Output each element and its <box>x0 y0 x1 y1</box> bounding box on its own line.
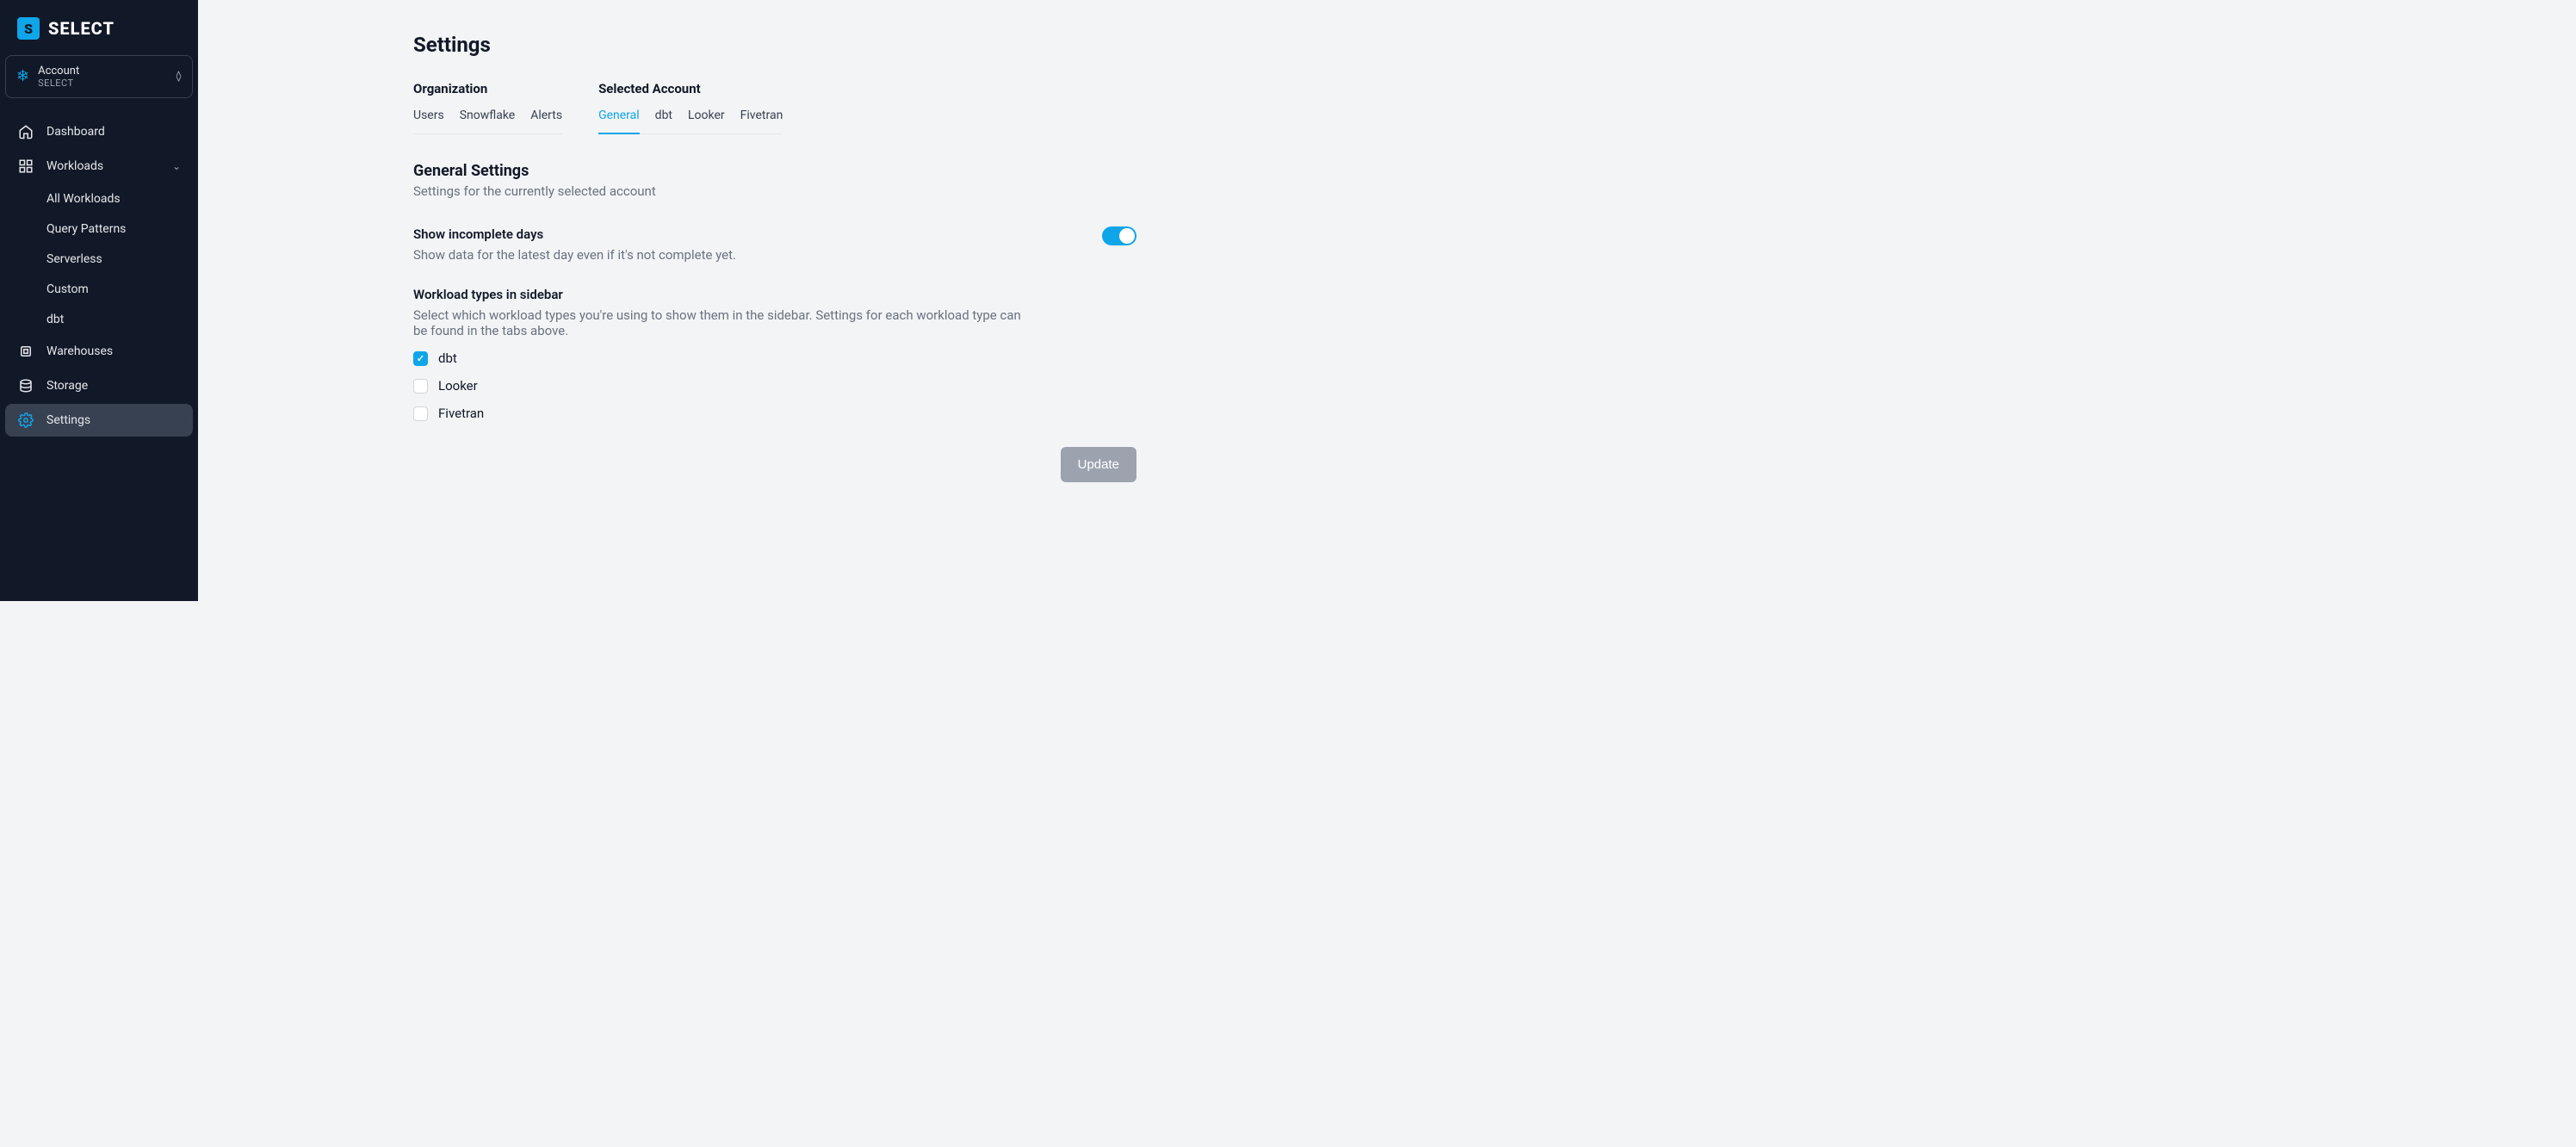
setting-incomplete-days: Show incomplete days Show data for the l… <box>413 226 1136 263</box>
checkbox-fivetran[interactable] <box>413 406 428 421</box>
home-icon <box>17 124 34 140</box>
tab-users[interactable]: Users <box>413 108 444 134</box>
tab-dbt[interactable]: dbt <box>655 108 672 134</box>
setting-text: Workload types in sidebar Select which w… <box>413 287 1136 338</box>
brand: S SELECT <box>0 17 198 55</box>
sidebar-subitem-all-workloads[interactable]: All Workloads <box>34 184 193 214</box>
update-row: Update <box>413 447 1136 482</box>
checkbox-row-fivetran: Fivetran <box>413 406 1136 421</box>
sidebar-subitem-custom[interactable]: Custom <box>34 275 193 304</box>
sidebar-item-storage[interactable]: Storage <box>5 369 193 402</box>
workload-type-checkboxes: dbt Looker Fivetran <box>413 350 1136 421</box>
tab-group-title-account: Selected Account <box>598 81 783 96</box>
sidebar-subitem-query-patterns[interactable]: Query Patterns <box>34 214 193 244</box>
sidebar-item-dashboard[interactable]: Dashboard <box>5 115 193 148</box>
checkbox-label: Looker <box>438 378 478 394</box>
account-value: SELECT <box>38 78 167 89</box>
account-switcher[interactable]: ❄ Account SELECT ˄˅ <box>5 55 193 98</box>
section-desc: Settings for the currently selected acco… <box>413 183 1136 199</box>
section-title: General Settings <box>413 162 1136 180</box>
sidebar-item-label: Custom <box>46 282 89 296</box>
sidebar-item-label: All Workloads <box>46 192 121 206</box>
setting-label: Workload types in sidebar <box>413 287 1136 302</box>
tab-group-account: Selected Account General dbt Looker Five… <box>598 81 783 134</box>
brand-logo-icon: S <box>17 17 40 40</box>
account-text: Account SELECT <box>38 65 167 89</box>
primary-nav: Dashboard Workloads ⌄ All Workloads Quer… <box>0 115 198 438</box>
sidebar-item-label: Workloads <box>46 159 103 173</box>
tab-snowflake[interactable]: Snowflake <box>460 108 516 134</box>
org-tabs: Users Snowflake Alerts <box>413 108 562 134</box>
tab-looker[interactable]: Looker <box>688 108 725 134</box>
sidebar-item-label: Settings <box>46 413 90 427</box>
sidebar: S SELECT ❄ Account SELECT ˄˅ Dashboard W… <box>0 0 198 601</box>
tab-groups: Organization Users Snowflake Alerts Sele… <box>413 81 1136 134</box>
gear-icon <box>17 412 34 428</box>
workloads-subnav: All Workloads Query Patterns Serverless … <box>5 184 193 334</box>
tab-group-organization: Organization Users Snowflake Alerts <box>413 81 562 134</box>
sidebar-item-workloads[interactable]: Workloads ⌄ <box>5 150 193 183</box>
tab-group-title-org: Organization <box>413 81 562 96</box>
page-title: Settings <box>413 33 1136 57</box>
checkbox-dbt[interactable] <box>413 351 428 366</box>
content-wrap: Settings Organization Users Snowflake Al… <box>413 33 1136 482</box>
account-label: Account <box>38 65 167 78</box>
sidebar-item-settings[interactable]: Settings <box>5 404 193 437</box>
sidebar-item-label: Serverless <box>46 252 102 266</box>
checkbox-row-dbt: dbt <box>413 350 1136 366</box>
sidebar-item-label: Storage <box>46 379 88 393</box>
checkbox-looker[interactable] <box>413 379 428 394</box>
update-button[interactable]: Update <box>1061 447 1136 482</box>
snowflake-icon: ❄ <box>16 69 29 84</box>
tab-fivetran[interactable]: Fivetran <box>740 108 783 134</box>
sidebar-item-label: Dashboard <box>46 125 105 139</box>
sidebar-item-label: dbt <box>46 313 64 326</box>
tab-general[interactable]: General <box>598 108 640 134</box>
updown-icon: ˄˅ <box>176 71 182 82</box>
toggle-incomplete-days[interactable] <box>1102 226 1136 245</box>
toggle-knob <box>1119 228 1135 244</box>
cpu-icon <box>17 344 34 359</box>
sidebar-item-label: Warehouses <box>46 344 113 358</box>
sidebar-subitem-dbt[interactable]: dbt <box>34 305 193 334</box>
checkbox-label: dbt <box>438 350 457 366</box>
grid-icon <box>17 158 34 174</box>
sidebar-item-warehouses[interactable]: Warehouses <box>5 335 193 368</box>
setting-workload-types: Workload types in sidebar Select which w… <box>413 287 1136 421</box>
checkbox-label: Fivetran <box>438 406 484 421</box>
setting-text: Show incomplete days Show data for the l… <box>413 226 1102 263</box>
setting-label: Show incomplete days <box>413 226 1102 242</box>
setting-hint: Select which workload types you're using… <box>413 307 1033 338</box>
brand-name: SELECT <box>48 18 115 39</box>
sidebar-item-label: Query Patterns <box>46 222 126 236</box>
chevron-down-icon: ⌄ <box>172 160 181 172</box>
main-content: Settings Organization Users Snowflake Al… <box>198 0 1340 601</box>
checkbox-row-looker: Looker <box>413 378 1136 394</box>
account-tabs: General dbt Looker Fivetran <box>598 108 783 134</box>
setting-hint: Show data for the latest day even if it'… <box>413 247 1033 263</box>
tab-alerts[interactable]: Alerts <box>530 108 562 134</box>
database-icon <box>17 378 34 394</box>
sidebar-subitem-serverless[interactable]: Serverless <box>34 245 193 274</box>
